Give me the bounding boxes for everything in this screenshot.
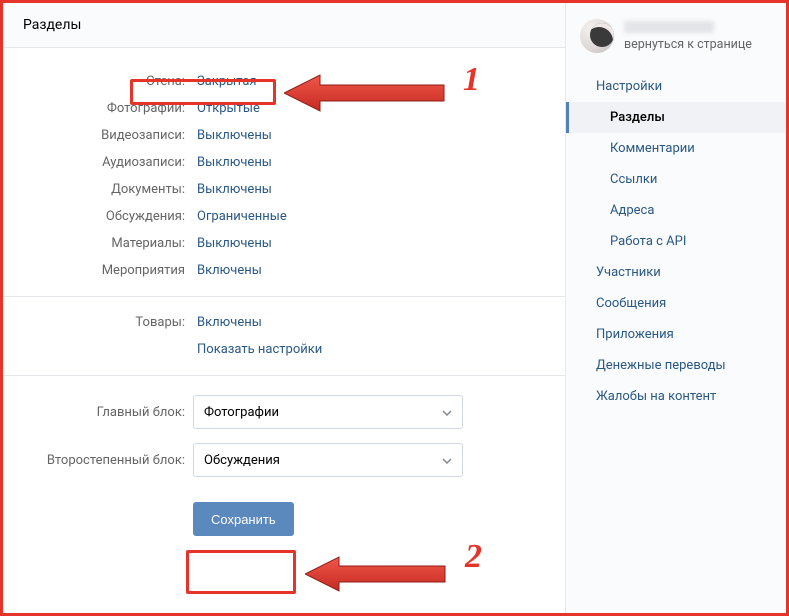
setting-row: Документы:Выключены <box>3 176 565 203</box>
main-block-select[interactable]: Фотографии <box>193 395 463 429</box>
sidebar-item[interactable]: Комментарии <box>566 133 786 164</box>
setting-row: Стена:Закрытая <box>3 68 565 95</box>
settings-body: Стена:ЗакрытаяФотографии:ОткрытыеВидеоза… <box>3 48 565 556</box>
setting-row: Видеозаписи:Выключены <box>3 122 565 149</box>
setting-label: Аудиозаписи: <box>3 155 193 170</box>
profile-text: вернуться к странице <box>624 21 752 52</box>
setting-value[interactable]: Закрытая <box>193 74 257 89</box>
setting-row-goods: Товары: Включены <box>3 309 565 336</box>
sidebar-item[interactable]: Жалобы на контент <box>566 381 786 412</box>
sidebar-item[interactable]: Сообщения <box>566 288 786 319</box>
setting-label: Документы: <box>3 182 193 197</box>
sidebar-item[interactable]: Адреса <box>566 195 786 226</box>
select-row-secondary-block: Второстепенный блок: Обсуждения <box>3 436 565 484</box>
sidebar-item[interactable]: Приложения <box>566 319 786 350</box>
sidebar-item[interactable]: Настройки <box>566 71 786 102</box>
app-frame: Разделы Стена:ЗакрытаяФотографии:Открыты… <box>0 0 789 616</box>
setting-value[interactable]: Ограниченные <box>193 209 287 224</box>
chevron-down-icon <box>442 405 452 420</box>
select-label: Главный блок: <box>3 405 193 420</box>
setting-value[interactable]: Выключены <box>193 155 272 170</box>
divider <box>3 296 565 297</box>
save-button[interactable]: Сохранить <box>193 502 294 536</box>
show-settings-link[interactable]: Показать настройки <box>193 342 322 357</box>
sidebar-item[interactable]: Разделы <box>566 102 786 133</box>
setting-value[interactable]: Включены <box>193 315 262 330</box>
setting-label: Видеозаписи: <box>3 128 193 143</box>
divider <box>3 375 565 376</box>
sidebar-item[interactable]: Ссылки <box>566 164 786 195</box>
setting-row: Обсуждения:Ограниченные <box>3 203 565 230</box>
avatar[interactable] <box>580 19 614 53</box>
spacer <box>3 502 193 536</box>
select-row-main-block: Главный блок: Фотографии <box>3 388 565 436</box>
sidebar-item[interactable]: Участники <box>566 257 786 288</box>
page-title: Разделы <box>3 3 565 48</box>
chevron-down-icon <box>442 453 452 468</box>
main-panel: Разделы Стена:ЗакрытаяФотографии:Открыты… <box>3 3 566 613</box>
setting-label: Товары: <box>3 315 193 330</box>
profile-block: вернуться к странице <box>566 13 786 65</box>
setting-row: МероприятияВключены <box>3 257 565 284</box>
select-value: Фотографии <box>204 405 279 420</box>
setting-label: Фотографии: <box>3 101 193 116</box>
sidebar: вернуться к странице НастройкиРазделыКом… <box>566 3 786 613</box>
sidebar-item[interactable]: Денежные переводы <box>566 350 786 381</box>
setting-value[interactable]: Включены <box>193 263 262 278</box>
setting-row-show-settings: Показать настройки <box>3 336 565 363</box>
setting-label: Обсуждения: <box>3 209 193 224</box>
settings-menu: НастройкиРазделыКомментарииСсылкиАдресаР… <box>566 71 786 412</box>
setting-row: Материалы:Выключены <box>3 230 565 257</box>
select-value: Обсуждения <box>204 453 280 468</box>
setting-row: Аудиозаписи:Выключены <box>3 149 565 176</box>
sidebar-item[interactable]: Работа с API <box>566 226 786 257</box>
setting-value[interactable]: Выключены <box>193 236 272 251</box>
setting-label: Материалы: <box>3 236 193 251</box>
setting-label: Мероприятия <box>3 263 193 278</box>
setting-value[interactable]: Открытые <box>193 101 260 116</box>
back-to-page-link[interactable]: вернуться к странице <box>624 37 752 52</box>
setting-value[interactable]: Выключены <box>193 182 272 197</box>
secondary-block-select[interactable]: Обсуждения <box>193 443 463 477</box>
profile-name-blurred <box>624 21 714 33</box>
setting-value[interactable]: Выключены <box>193 128 272 143</box>
setting-label: Стена: <box>3 74 193 89</box>
button-row: Сохранить <box>3 484 565 536</box>
setting-row: Фотографии:Открытые <box>3 95 565 122</box>
select-label: Второстепенный блок: <box>3 453 193 468</box>
